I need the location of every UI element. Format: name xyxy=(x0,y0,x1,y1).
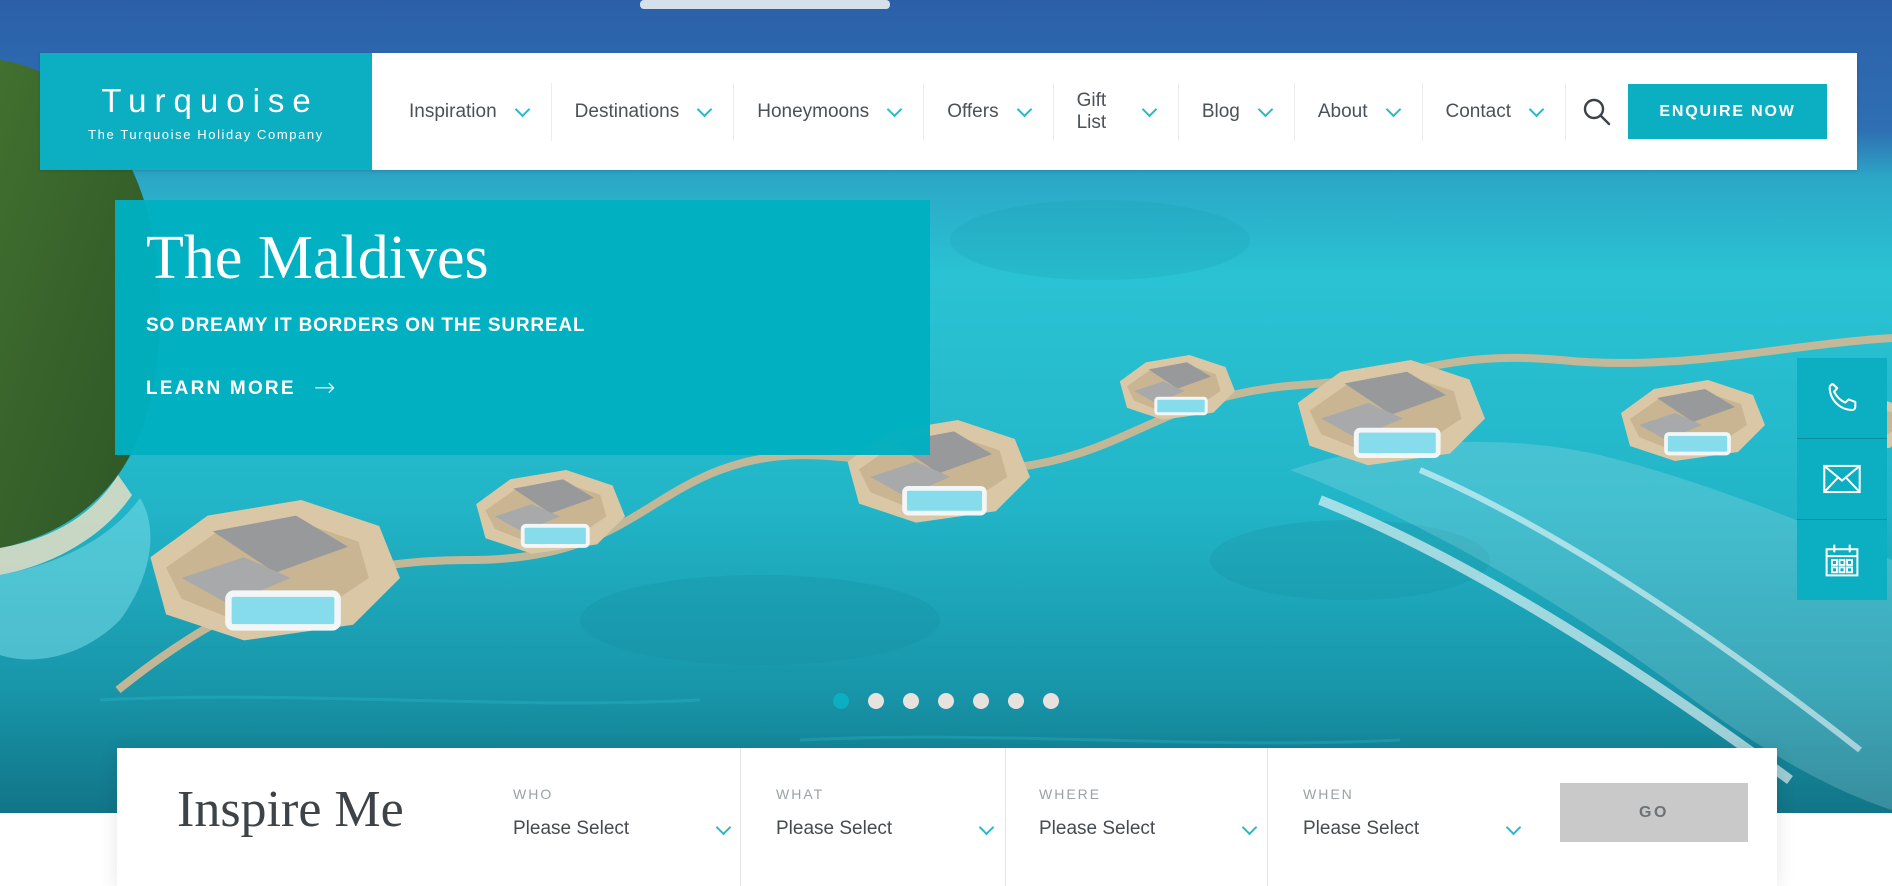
email-icon xyxy=(1823,464,1861,494)
inspire-me-heading: Inspire Me xyxy=(177,781,404,838)
chevron-down-icon xyxy=(1016,101,1032,117)
brand-tagline: The Turquoise Holiday Company xyxy=(88,126,324,142)
nav-item-label: Gift List xyxy=(1076,89,1107,133)
chevron-down-icon xyxy=(696,101,713,117)
divider xyxy=(740,748,741,886)
field-what-label: WHAT xyxy=(776,786,825,802)
field-what: WHAT Please Select xyxy=(776,786,995,840)
page: Turquoise The Turquoise Holiday Company … xyxy=(0,0,1892,886)
chevron-down-icon xyxy=(886,101,903,117)
main-nav: Inspiration Destinations Honeymoons Offe… xyxy=(372,53,1566,170)
brand-logo[interactable]: Turquoise The Turquoise Holiday Company xyxy=(40,53,372,170)
field-where: WHERE Please Select xyxy=(1039,786,1258,840)
chevron-down-icon xyxy=(1505,819,1522,835)
field-when-label: WHEN xyxy=(1303,786,1354,802)
carousel-dot-3[interactable] xyxy=(903,693,919,709)
nav-item-offers[interactable]: Offers xyxy=(924,82,1054,141)
chevron-down-icon xyxy=(1141,101,1158,117)
nav-item-about[interactable]: About xyxy=(1295,82,1423,141)
contact-rail xyxy=(1797,358,1887,600)
field-who-select[interactable]: Please Select xyxy=(513,818,732,840)
learn-more-label: LEARN MORE xyxy=(146,378,296,400)
carousel-dot-4[interactable] xyxy=(938,693,954,709)
email-contact-button[interactable] xyxy=(1797,439,1887,520)
nav-item-contact[interactable]: Contact xyxy=(1423,82,1566,141)
field-when-select[interactable]: Please Select xyxy=(1303,818,1522,840)
carousel-dots xyxy=(0,693,1892,709)
divider xyxy=(1005,748,1006,886)
field-what-value: Please Select xyxy=(776,818,893,839)
chevron-down-icon xyxy=(715,819,732,835)
field-who-label: WHO xyxy=(513,786,554,802)
calendar-icon xyxy=(1825,544,1859,577)
nav-item-blog[interactable]: Blog xyxy=(1179,82,1295,141)
chevron-down-icon xyxy=(1257,101,1274,117)
field-where-select[interactable]: Please Select xyxy=(1039,818,1258,840)
nav-item-label: Contact xyxy=(1445,100,1511,122)
enquire-now-button[interactable]: ENQUIRE NOW xyxy=(1628,84,1827,139)
nav-item-gift-list[interactable]: Gift List xyxy=(1054,82,1179,141)
divider xyxy=(1267,748,1268,886)
field-who-value: Please Select xyxy=(513,818,630,839)
phone-icon xyxy=(1828,383,1857,412)
field-when: WHEN Please Select xyxy=(1303,786,1522,840)
brand-name: Turquoise xyxy=(101,81,319,119)
arrow-right-icon: → xyxy=(313,373,336,404)
chevron-down-icon xyxy=(978,819,995,835)
field-what-select[interactable]: Please Select xyxy=(776,818,995,840)
nav-item-label: Offers xyxy=(947,100,999,122)
field-where-value: Please Select xyxy=(1039,818,1156,839)
inspire-me-panel: Inspire Me WHO Please Select WHAT Please… xyxy=(117,748,1777,886)
carousel-dot-7[interactable] xyxy=(1043,693,1059,709)
field-who: WHO Please Select xyxy=(513,786,732,840)
nav-item-honeymoons[interactable]: Honeymoons xyxy=(734,82,925,141)
learn-more-link[interactable]: LEARN MORE → xyxy=(146,373,336,404)
hero-subtitle: SO DREAMY IT BORDERS ON THE SURREAL xyxy=(146,315,586,337)
search-icon xyxy=(1583,98,1611,125)
carousel-dot-1[interactable] xyxy=(833,693,849,709)
carousel-dot-2[interactable] xyxy=(868,693,884,709)
carousel-dot-6[interactable] xyxy=(1008,693,1024,709)
nav-item-label: Honeymoons xyxy=(757,100,870,122)
nav-item-inspiration[interactable]: Inspiration xyxy=(386,82,552,141)
chevron-down-icon xyxy=(1241,819,1258,835)
nav-item-label: Blog xyxy=(1201,100,1240,122)
nav-item-label: Destinations xyxy=(574,100,680,122)
field-where-label: WHERE xyxy=(1039,786,1102,802)
header: Turquoise The Turquoise Holiday Company … xyxy=(40,53,1857,170)
carousel-dot-5[interactable] xyxy=(973,693,989,709)
nav-item-label: About xyxy=(1317,100,1368,122)
hero-card: The Maldives SO DREAMY IT BORDERS ON THE… xyxy=(115,200,930,455)
nav-item-destinations[interactable]: Destinations xyxy=(552,82,735,141)
field-when-value: Please Select xyxy=(1303,818,1420,839)
chevron-down-icon xyxy=(1385,101,1401,117)
nav-item-label: Inspiration xyxy=(409,100,497,122)
chevron-down-icon xyxy=(1528,101,1545,117)
phone-contact-button[interactable] xyxy=(1797,358,1887,439)
hero-title: The Maldives xyxy=(146,224,489,292)
search-button[interactable] xyxy=(1566,53,1628,170)
chevron-down-icon xyxy=(514,101,530,117)
calendar-contact-button[interactable] xyxy=(1797,520,1887,600)
go-button[interactable]: GO xyxy=(1560,783,1748,842)
